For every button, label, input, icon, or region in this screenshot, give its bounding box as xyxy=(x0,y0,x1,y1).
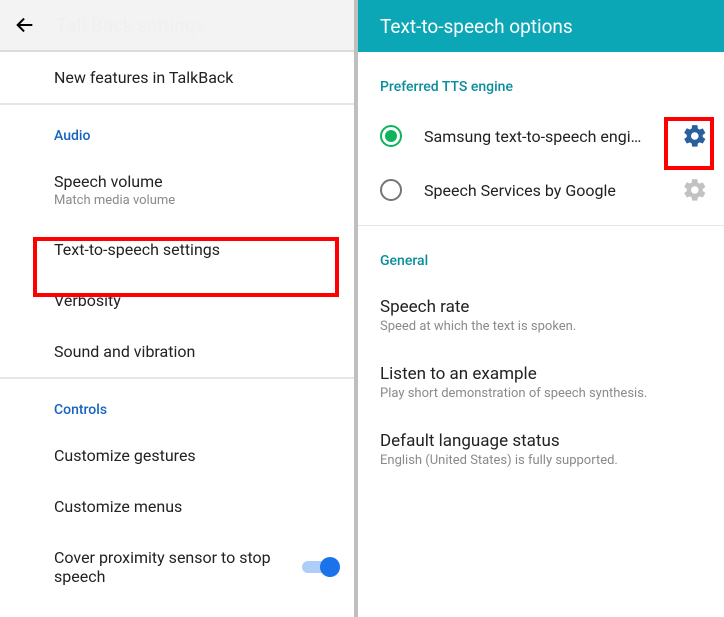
google-engine-settings-button[interactable] xyxy=(682,177,708,203)
row-proximity-sensor[interactable]: Cover proximity sensor to stop speech xyxy=(0,532,354,602)
row-tts-settings[interactable]: Text-to-speech settings xyxy=(0,224,354,275)
toggle-thumb xyxy=(320,557,340,577)
row-label: Verbosity xyxy=(54,291,334,310)
row-sublabel: Play short demonstration of speech synth… xyxy=(380,386,702,401)
row-verbosity[interactable]: Verbosity xyxy=(0,275,354,326)
row-label: Speech volume xyxy=(54,172,334,191)
row-sublabel: Match media volume xyxy=(54,193,334,208)
row-listen-example[interactable]: Listen to an example Play short demonstr… xyxy=(358,350,724,417)
row-label: Sound and vibration xyxy=(54,342,334,361)
row-default-language[interactable]: Default language status English (United … xyxy=(358,417,724,484)
row-label: Customize gestures xyxy=(54,446,334,465)
row-label: Cover proximity sensor to stop speech xyxy=(54,548,274,586)
row-sublabel: English (United States) is fully support… xyxy=(380,453,702,468)
row-customize-menus[interactable]: Customize menus xyxy=(0,481,354,532)
section-label: General xyxy=(380,253,428,269)
left-header: TalkBack settings xyxy=(0,0,354,52)
engine-label: Samsung text-to-speech engi… xyxy=(424,127,682,146)
row-customize-gestures[interactable]: Customize gestures xyxy=(0,430,354,481)
row-label: Speech rate xyxy=(380,297,702,317)
section-label: Preferred TTS engine xyxy=(380,79,513,95)
section-header-preferred-engine: Preferred TTS engine xyxy=(358,52,724,109)
section-header-general: General xyxy=(358,226,724,283)
row-label: Listen to an example xyxy=(380,364,702,384)
radio-unselected-icon[interactable] xyxy=(380,179,402,201)
talkback-settings-pane: TalkBack settings New features in TalkBa… xyxy=(0,0,358,617)
row-label: New features in TalkBack xyxy=(54,68,334,87)
proximity-toggle[interactable] xyxy=(302,557,340,577)
right-header: Text-to-speech options xyxy=(358,0,724,52)
row-sublabel: Speed at which the text is spoken. xyxy=(380,319,702,334)
page-title-right: Text-to-speech options xyxy=(380,15,573,38)
radio-selected-icon[interactable] xyxy=(380,125,402,147)
row-label: Text-to-speech settings xyxy=(54,240,334,259)
engine-option-samsung[interactable]: Samsung text-to-speech engi… xyxy=(358,109,724,163)
section-label: Audio xyxy=(54,128,90,144)
row-new-features[interactable]: New features in TalkBack xyxy=(0,52,354,104)
back-arrow-icon[interactable] xyxy=(14,14,36,36)
row-label: Customize menus xyxy=(54,497,334,516)
row-speech-volume[interactable]: Speech volume Match media volume xyxy=(0,156,354,224)
section-header-controls: Controls xyxy=(0,378,354,430)
engine-label: Speech Services by Google xyxy=(424,181,682,200)
engine-option-google[interactable]: Speech Services by Google xyxy=(358,163,724,217)
section-header-audio: Audio xyxy=(0,104,354,156)
row-label: Default language status xyxy=(380,431,702,451)
gear-icon xyxy=(682,123,708,149)
gear-icon xyxy=(682,177,708,203)
samsung-engine-settings-button[interactable] xyxy=(682,123,708,149)
row-speech-rate[interactable]: Speech rate Speed at which the text is s… xyxy=(358,283,724,350)
tts-options-pane: Text-to-speech options Preferred TTS eng… xyxy=(358,0,724,617)
section-label: Controls xyxy=(54,402,107,418)
page-title-left: TalkBack settings xyxy=(56,14,205,37)
row-sound-vibration[interactable]: Sound and vibration xyxy=(0,326,354,378)
